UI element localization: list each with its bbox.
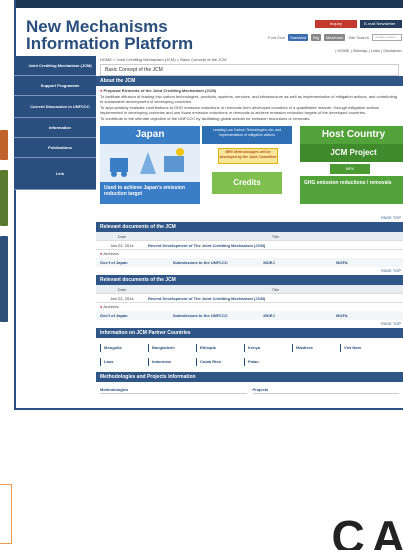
top-dark-bar <box>16 0 403 8</box>
methods-links: Methodologies Projects <box>96 382 403 398</box>
docs-table: Date Title Jan 22, 2014 Recent Developme… <box>96 232 403 250</box>
country-link[interactable]: Costa Rica <box>196 358 238 366</box>
diagram-mrv-box: MRV Methodologies will be developed by t… <box>218 148 278 164</box>
illustration-icon <box>110 148 184 177</box>
diagram-credits-arrow: Credits <box>212 172 282 194</box>
font-standard-button[interactable]: Standard <box>287 34 309 41</box>
sidebar-item-information[interactable]: Information <box>14 118 106 138</box>
country-link[interactable]: Laos <box>100 358 142 366</box>
sidebar-item-unfccc[interactable]: Current Discussion in UNFCCC <box>14 96 106 118</box>
archives-text: Archives <box>103 304 119 309</box>
top-buttons: Inquiry E-mail Newsletter <box>315 20 402 28</box>
archive-link-govt[interactable]: Gov't of Japan <box>100 258 167 267</box>
diagram-host-country: Host Country <box>300 126 403 144</box>
diagram-host-mrv: MRV <box>330 164 370 174</box>
partners-heading: Information on JCM Partner Countries <box>96 328 403 338</box>
diagram-japan: Japan <box>100 126 200 144</box>
docs-table-header: Date Title <box>96 232 403 241</box>
doc-date: Jan 22, 2014 <box>110 296 134 301</box>
about-heading: About the JCM <box>96 76 403 86</box>
site-logo[interactable]: New Mechanisms Information Platform <box>26 18 196 52</box>
side-tab-green <box>0 170 8 226</box>
font-max-button[interactable]: Maximum <box>323 34 346 41</box>
diagram-japan-note: Used to achieve Japan's emission reducti… <box>100 182 200 204</box>
doc-title-link[interactable]: Recent Development of The Joint Creditin… <box>148 241 403 249</box>
country-link[interactable]: Maldives <box>292 344 334 352</box>
archives-text: Archives <box>103 251 119 256</box>
search-input[interactable]: Google Custom <box>372 34 402 41</box>
sidebar-item-support[interactable]: Support Programme <box>14 76 106 96</box>
about-para-2: To appropriately evaluate contributions … <box>100 105 380 115</box>
side-tab-blue <box>0 236 8 322</box>
diagram-tech-arrow: Leading Low Carbon Technologies, etc, an… <box>202 126 292 144</box>
top-links[interactable]: | HOME | Sitemap | Links | Disclaimer <box>335 48 402 53</box>
page-top-link[interactable]: PAGE TOP <box>96 214 403 222</box>
sidebar-item-publications[interactable]: Publications <box>14 138 106 158</box>
side-tab-orange <box>0 130 8 160</box>
archive-link-govt[interactable]: Gov't of Japan <box>100 311 167 320</box>
bullet-icon: ● <box>100 88 103 93</box>
table-row: Jan 22, 2014 Recent Development of The J… <box>96 294 403 303</box>
archive-link-unfccc[interactable]: Submissions to the UNFCCC <box>173 311 258 320</box>
diagram-host-note: GHG emission reductions / removals <box>300 176 403 204</box>
font-size-label: Font Size <box>268 35 285 40</box>
side-frame-orange <box>0 484 12 544</box>
font-big-button[interactable]: Big <box>311 34 321 41</box>
archive-links: Gov't of Japan Submissions to the UNFCCC… <box>96 258 403 267</box>
jcm-diagram: Japan Used to achieve Japan's emission r… <box>100 126 403 212</box>
font-size-controls: Font Size Standard Big Maximum Site Sear… <box>268 34 402 41</box>
col-title: Title <box>271 287 280 292</box>
sidebar-nav: Joint Crediting Mechanism (JCM) Support … <box>14 56 106 190</box>
page-top-link[interactable]: PAGE TOP <box>96 267 403 275</box>
methods-heading: Methodologies and Projects Information <box>96 372 403 382</box>
archive-link-moej[interactable]: MOEJ <box>263 258 330 267</box>
docs-heading-2: Relevant documents of the JCM <box>96 275 403 285</box>
archive-link-mofa[interactable]: MOFA <box>336 258 403 267</box>
col-date: Date <box>117 287 127 292</box>
about-text: ● Proposal Elements of the Joint Crediti… <box>96 86 403 124</box>
archive-links: Gov't of Japan Submissions to the UNFCCC… <box>96 311 403 320</box>
country-link[interactable]: Palau <box>244 358 286 366</box>
page-title: Basic Concept of the JCM <box>100 64 399 76</box>
diagram-jcm-project: JCM Project <box>300 144 403 162</box>
diagram-illustration <box>100 144 200 182</box>
about-para-3: To contribute to the ultimate objective … <box>100 116 311 121</box>
country-link[interactable]: Mongolia <box>100 344 142 352</box>
archives-label: ● Archives <box>96 303 403 311</box>
country-link[interactable]: Viet Nam <box>340 344 382 352</box>
projects-link[interactable]: Projects <box>252 386 399 394</box>
table-row: Jan 22, 2014 Recent Development of The J… <box>96 241 403 250</box>
breadcrumb[interactable]: HOME > Joint Crediting Mechanism (JCM) >… <box>96 56 403 64</box>
site-search-label: Site Search <box>348 35 369 40</box>
docs-table-2: Date Title Jan 22, 2014 Recent Developme… <box>96 285 403 303</box>
archives-label: ● Archives <box>96 250 403 258</box>
overlay-letters: C A <box>331 511 403 550</box>
country-link[interactable]: Kenya <box>244 344 286 352</box>
doc-date: Jan 22, 2014 <box>110 243 134 248</box>
col-date: Date <box>117 234 127 239</box>
sidebar-item-jcm[interactable]: Joint Crediting Mechanism (JCM) <box>14 56 106 76</box>
country-link[interactable]: Bangladesh <box>148 344 190 352</box>
doc-title-link[interactable]: Recent Development of The Joint Creditin… <box>148 294 403 302</box>
docs-table-header: Date Title <box>96 285 403 294</box>
docs-heading: Relevant documents of the JCM <box>96 222 403 232</box>
newsletter-button[interactable]: E-mail Newsletter <box>360 20 402 28</box>
country-link[interactable]: Indonesia <box>148 358 190 366</box>
inquiry-button[interactable]: Inquiry <box>315 20 357 28</box>
archive-link-unfccc[interactable]: Submissions to the UNFCCC <box>173 258 258 267</box>
methodologies-link[interactable]: Methodologies <box>100 386 247 394</box>
col-title: Title <box>271 234 280 239</box>
country-link[interactable]: Ethiopia <box>196 344 238 352</box>
partner-countries: Mongolia Bangladesh Ethiopia Kenya Maldi… <box>96 338 403 372</box>
main-content: HOME > Joint Crediting Mechanism (JCM) >… <box>96 56 403 398</box>
sidebar-item-link[interactable]: Link <box>14 158 106 190</box>
page-top-link[interactable]: PAGE TOP <box>96 320 403 328</box>
archive-link-mofa[interactable]: MOFA <box>336 311 403 320</box>
about-title: Proposal Elements of the Joint Crediting… <box>103 88 217 93</box>
about-para-1: To facilitate diffusion of leading low c… <box>100 94 398 104</box>
archive-link-moej[interactable]: MOEJ <box>263 311 330 320</box>
